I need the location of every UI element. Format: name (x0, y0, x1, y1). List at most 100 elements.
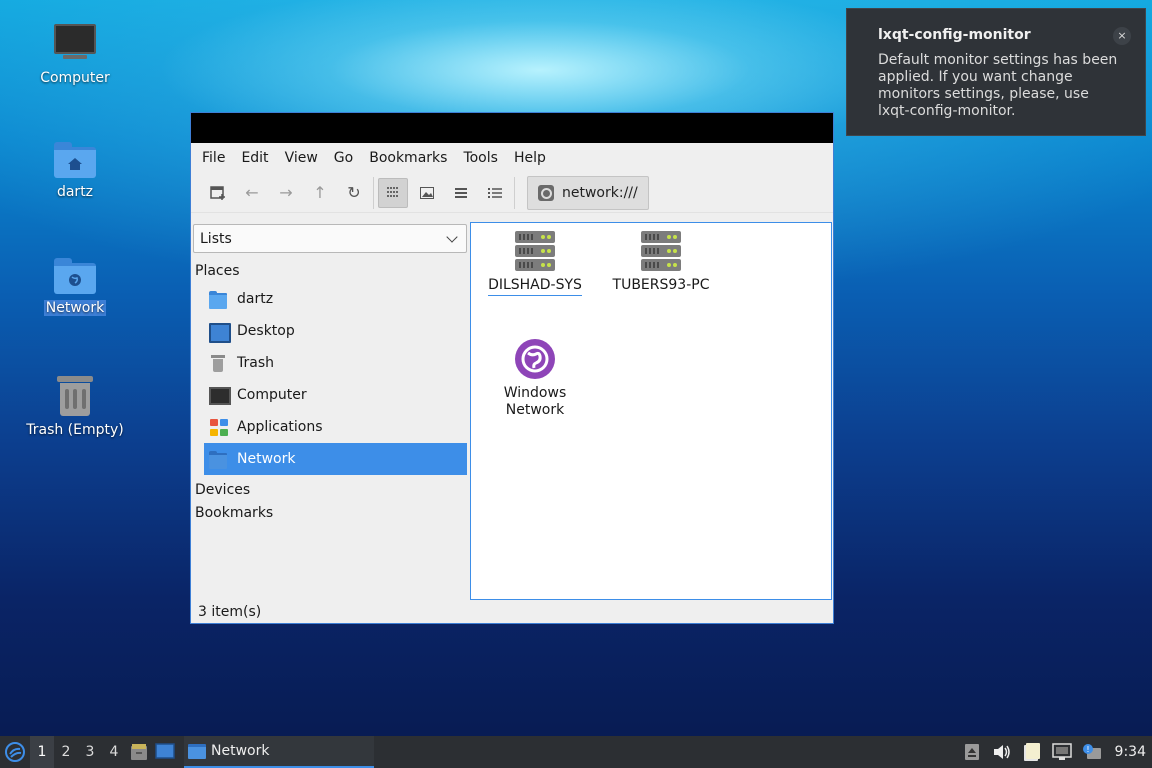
place-label: Trash (237, 355, 274, 371)
toolbar-separator (373, 176, 374, 209)
svg-text:!: ! (1086, 745, 1089, 754)
speaker-icon (993, 745, 1010, 759)
network-folder-icon (208, 450, 228, 469)
window-titlebar[interactable] (191, 113, 833, 143)
folder-icon (188, 743, 206, 759)
item-label: TUBERS93-PC (612, 277, 710, 293)
place-item-network[interactable]: Network (204, 443, 467, 475)
volume-button[interactable] (987, 736, 1017, 768)
network-folder-icon (54, 258, 96, 294)
quicklaunch-show-desktop[interactable] (152, 736, 178, 768)
menu-go[interactable]: Go (326, 150, 361, 166)
reload-button[interactable]: ↻ (339, 178, 369, 208)
compact-view-button[interactable] (446, 178, 476, 208)
eject-button[interactable] (957, 736, 987, 768)
up-button[interactable]: ↑ (305, 178, 335, 208)
arrow-left-icon: ← (245, 183, 259, 202)
quicklaunch-file-manager[interactable] (126, 736, 152, 768)
side-pane-mode-select[interactable]: Lists (193, 224, 467, 253)
trash-icon (208, 354, 228, 372)
menu-edit[interactable]: Edit (233, 150, 276, 166)
list-detail-icon (488, 187, 502, 198)
icon-view-button[interactable] (378, 177, 408, 208)
network-item-dilshad[interactable]: DILSHAD-SYS (479, 231, 591, 296)
place-item-desktop[interactable]: Desktop (204, 315, 467, 347)
back-button[interactable]: ← (237, 178, 267, 208)
network-item-tubers[interactable]: TUBERS93-PC (603, 231, 719, 294)
clock[interactable]: 9:34 (1107, 744, 1152, 760)
toolbar: ← → ↑ ↻ network:/// (191, 173, 833, 213)
close-icon[interactable]: × (1113, 27, 1131, 45)
home-folder-icon (54, 142, 96, 178)
menu-help[interactable]: Help (506, 150, 554, 166)
chat-alert-icon: ! (1082, 744, 1101, 759)
place-label: Computer (237, 387, 307, 403)
desktop-icon-label: Network (43, 300, 107, 316)
reload-icon: ↻ (347, 183, 361, 202)
network-status-button[interactable] (1047, 736, 1077, 768)
system-tray: ! 9:34 (957, 736, 1152, 768)
detailed-view-button[interactable] (480, 178, 510, 208)
place-item-trash[interactable]: Trash (204, 347, 467, 379)
notifications-button[interactable]: ! (1077, 736, 1107, 768)
desktop-icon-label: Computer (40, 70, 110, 86)
arrow-right-icon: → (279, 183, 293, 202)
trash-icon (57, 374, 93, 416)
server-icon (515, 231, 555, 271)
network-drive-icon (538, 184, 554, 201)
menu-bookmarks[interactable]: Bookmarks (361, 150, 455, 166)
menu-file[interactable]: File (194, 150, 233, 166)
network-item-windows-network[interactable]: Windows Network (485, 339, 585, 419)
desktop-icon (208, 322, 231, 343)
computer-icon (208, 386, 231, 405)
menu-tools[interactable]: Tools (455, 150, 506, 166)
path-label: network:/// (562, 184, 638, 201)
desktop-icon-home[interactable]: dartz (20, 142, 130, 200)
path-button[interactable]: network:/// (527, 175, 649, 210)
menu-view[interactable]: View (277, 150, 326, 166)
desktop-icon (155, 743, 175, 759)
place-label: Desktop (237, 323, 295, 339)
forward-button[interactable]: → (271, 178, 301, 208)
place-label: Applications (237, 419, 323, 435)
task-label: Network (211, 743, 270, 759)
computer-icon (53, 24, 97, 64)
file-manager-window: File Edit View Go Bookmarks Tools Help ←… (190, 112, 834, 624)
place-item-applications[interactable]: Applications (204, 411, 467, 443)
devices-header[interactable]: Devices (191, 479, 469, 502)
eject-icon (964, 744, 979, 760)
place-item-computer[interactable]: Computer (204, 379, 467, 411)
clipboard-icon (1023, 743, 1040, 761)
taskbar: 1 2 3 4 Network ! 9:34 (0, 736, 1152, 768)
file-view[interactable]: DILSHAD-SYS TUBERS93-PC Windows Network (470, 222, 832, 600)
globe-icon (515, 339, 555, 379)
workspace-3[interactable]: 3 (78, 736, 102, 768)
chevron-down-icon (446, 230, 458, 243)
status-bar: 3 item(s) (198, 604, 262, 620)
bookmarks-header[interactable]: Bookmarks (191, 502, 469, 525)
place-item-home[interactable]: dartz (204, 283, 467, 315)
file-cabinet-icon (131, 744, 147, 760)
desktop-icon-label: Trash (Empty) (26, 422, 124, 438)
desktop-icon-network[interactable]: Network (20, 258, 130, 316)
notification-popup[interactable]: lxqt-config-monitor Default monitor sett… (846, 8, 1146, 136)
new-tab-button[interactable] (203, 178, 233, 208)
desktop-icon-computer[interactable]: Computer (20, 24, 130, 86)
places-header[interactable]: Places (191, 263, 469, 283)
place-label: dartz (237, 291, 274, 307)
side-pane-mode-value: Lists (200, 230, 232, 247)
toolbar-separator (514, 176, 515, 209)
workspace-2[interactable]: 2 (54, 736, 78, 768)
item-label: Windows Network (503, 385, 567, 418)
task-network-window[interactable]: Network (184, 736, 374, 768)
workspace-1[interactable]: 1 (30, 736, 54, 768)
thumbnail-view-button[interactable] (412, 178, 442, 208)
applications-icon (208, 418, 228, 436)
clipboard-button[interactable] (1017, 736, 1047, 768)
desktop-icon-trash[interactable]: Trash (Empty) (20, 374, 130, 438)
notification-message: Default monitor settings has been applie… (878, 52, 1118, 119)
lubuntu-logo-icon (5, 742, 25, 762)
workspace-4[interactable]: 4 (102, 736, 126, 768)
home-folder-icon (208, 290, 228, 309)
main-menu-button[interactable] (0, 736, 30, 768)
